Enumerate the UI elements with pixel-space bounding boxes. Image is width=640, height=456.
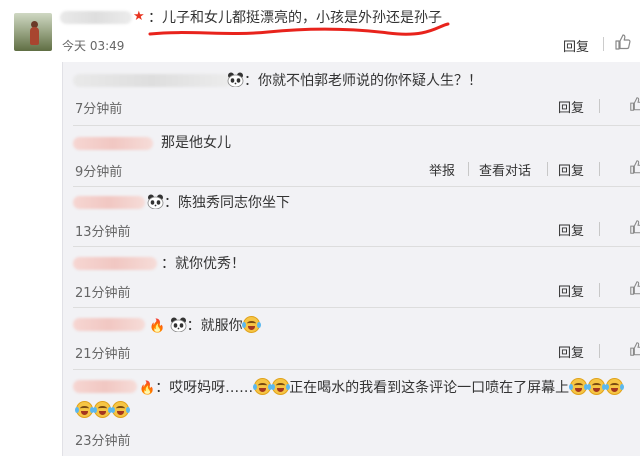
thumbs-up-icon[interactable]	[629, 158, 640, 176]
username-blurred[interactable]	[73, 196, 145, 209]
reply-text: 正在喝水的我看到这条评论一口喷在了屏幕上	[289, 380, 570, 396]
thumbs-up-icon[interactable]	[629, 340, 640, 358]
reply-button[interactable]: 回复	[563, 36, 589, 55]
laughing-crying-emoji-icon	[604, 378, 624, 395]
report-button[interactable]: 举报	[429, 160, 455, 179]
thumbs-up-icon[interactable]	[629, 218, 640, 236]
reply-time: 21分钟前	[75, 286, 131, 301]
reply-text: 陈独秀同志你坐下	[178, 195, 290, 211]
laughing-crying-emoji-icon	[110, 401, 130, 418]
laughing-crying-emoji-icon	[568, 378, 588, 395]
comment-time: 今天 03:49	[62, 39, 125, 53]
username-blurred[interactable]	[73, 74, 231, 87]
reply-item: 🔥：哎呀妈呀…… 正在喝水的我看到这条评论一口喷在了屏幕上 23分钟前	[63, 370, 640, 456]
username-blurred[interactable]	[73, 137, 153, 150]
reply-time: 13分钟前	[75, 225, 131, 240]
laughing-crying-emoji-icon	[74, 401, 94, 418]
thumbs-up-icon[interactable]	[629, 95, 640, 113]
reply-time: 7分钟前	[75, 102, 123, 117]
divider	[599, 344, 600, 358]
username-blurred[interactable]	[73, 318, 145, 331]
thumbs-up-icon[interactable]	[614, 33, 632, 51]
reply-text: ：就你优秀！	[161, 256, 245, 272]
reply-time: 9分钟前	[75, 165, 123, 180]
panda-emoji-icon	[147, 194, 164, 210]
view-conversation-button[interactable]: 查看对话	[479, 160, 531, 179]
divider	[599, 99, 600, 113]
reply-item: ：就你优秀！ 21分钟前 回复	[63, 246, 640, 308]
reply-time: 21分钟前	[75, 347, 131, 362]
thumbs-up-icon[interactable]	[629, 279, 640, 297]
reply-item: ：你就不怕郭老师说的你怀疑人生？！ 7分钟前 回复	[63, 62, 640, 126]
reply-button[interactable]: 回复	[558, 281, 584, 300]
reply-item: 🔥 ：就服你 21分钟前 回复	[63, 308, 640, 370]
reply-text: 哎呀妈呀……	[169, 380, 254, 396]
username-blurred[interactable]	[60, 11, 132, 24]
reply-button[interactable]: 回复	[558, 160, 584, 179]
divider	[603, 37, 604, 51]
reply-button[interactable]: 回复	[558, 220, 584, 239]
laughing-crying-emoji-icon	[242, 316, 262, 333]
reply-item: ：陈独秀同志你坐下 13分钟前 回复	[63, 186, 640, 247]
panda-emoji-icon	[227, 72, 244, 88]
red-underline-annotation	[148, 22, 450, 36]
divider	[599, 283, 600, 297]
reply-text: 你就不怕郭老师说的你怀疑人生？！	[258, 73, 482, 89]
reply-time: 23分钟前	[75, 434, 131, 449]
divider	[599, 222, 600, 236]
vip-star-icon: ★	[133, 9, 145, 24]
divider	[599, 162, 600, 176]
fire-emoji-icon: 🔥	[149, 319, 166, 334]
reply-button[interactable]: 回复	[558, 342, 584, 361]
reply-text: 就服你	[200, 318, 243, 334]
fire-emoji-icon: 🔥	[139, 381, 156, 396]
divider	[547, 162, 548, 176]
username-blurred[interactable]	[73, 257, 157, 270]
username-blurred[interactable]	[73, 380, 137, 393]
laughing-crying-emoji-icon	[92, 401, 112, 418]
laughing-crying-emoji-icon	[270, 378, 290, 395]
reply-button[interactable]: 回复	[558, 97, 584, 116]
panda-emoji-icon	[170, 317, 187, 333]
laughing-crying-emoji-icon	[252, 378, 272, 395]
replies-panel: ：你就不怕郭老师说的你怀疑人生？！ 7分钟前 回复 那是他女儿 9分钟前 举报 …	[62, 62, 640, 456]
avatar[interactable]	[14, 13, 52, 51]
main-comment: ★ ：儿子和女儿都挺漂亮的，小孩是外孙还是孙子 今天 03:49 回复	[0, 0, 640, 62]
reply-item: 那是他女儿 9分钟前 举报 查看对话 回复	[63, 126, 640, 187]
divider	[468, 162, 469, 176]
reply-text: 那是他女儿	[161, 135, 231, 151]
laughing-crying-emoji-icon	[586, 378, 606, 395]
